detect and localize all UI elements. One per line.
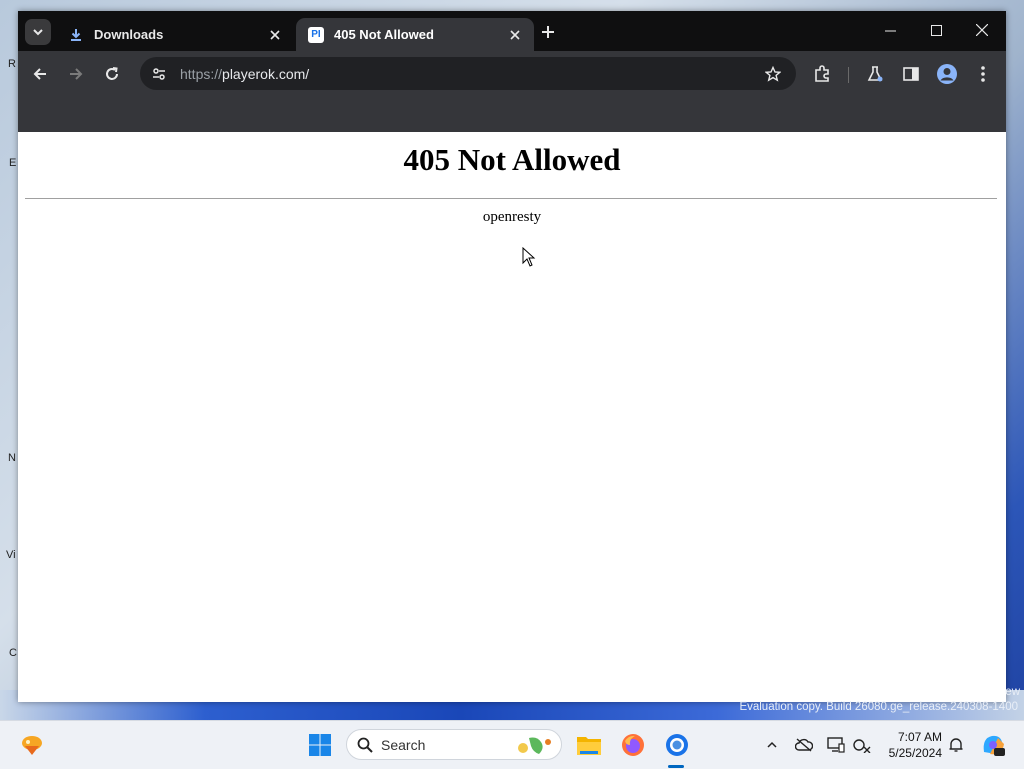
firefox-button[interactable] bbox=[619, 731, 647, 759]
page-title: 405 Not Allowed bbox=[403, 142, 621, 177]
maximize-button[interactable] bbox=[913, 11, 959, 49]
display-button[interactable] bbox=[826, 735, 846, 755]
network-button[interactable] bbox=[852, 735, 872, 755]
system-clock[interactable]: 7:07 AM 5/25/2024 bbox=[880, 729, 942, 761]
back-button[interactable] bbox=[27, 61, 53, 87]
taskbar-search[interactable]: Search bbox=[346, 729, 562, 760]
show-hidden-icons-button[interactable] bbox=[762, 735, 782, 755]
new-tab-button[interactable] bbox=[537, 21, 559, 43]
network-icon bbox=[853, 739, 871, 753]
chevron-down-icon bbox=[33, 29, 43, 36]
kebab-menu-icon bbox=[981, 66, 985, 82]
plus-icon bbox=[542, 26, 554, 38]
notifications-button[interactable] bbox=[946, 735, 966, 755]
tab-title: 405 Not Allowed bbox=[334, 27, 434, 42]
start-button[interactable] bbox=[306, 731, 334, 759]
browser-toolbar: https://playerok.com/ bbox=[18, 51, 1006, 97]
menu-button[interactable] bbox=[971, 62, 995, 86]
desktop-icon-label: Vi bbox=[6, 549, 16, 561]
close-window-button[interactable] bbox=[959, 11, 1005, 49]
avatar-icon bbox=[937, 64, 957, 84]
display-icon bbox=[827, 737, 845, 753]
desktop-icon-label: C bbox=[9, 647, 17, 659]
tab-405-not-allowed[interactable]: PI 405 Not Allowed bbox=[296, 18, 534, 51]
start-icon bbox=[309, 734, 331, 756]
close-icon[interactable] bbox=[266, 26, 284, 44]
url-text: https://playerok.com/ bbox=[180, 65, 310, 82]
minimize-icon bbox=[884, 30, 896, 31]
copilot-icon bbox=[983, 735, 1005, 756]
page-content: 405 Not Allowed openresty bbox=[18, 132, 1006, 702]
onedrive-button[interactable] bbox=[794, 735, 814, 755]
evaluation-watermark: Evaluation copy. Build 26080.ge_release.… bbox=[739, 701, 1018, 713]
taskbar: Search 7:07 AM 5/25/2024 bbox=[0, 720, 1024, 769]
minimize-button[interactable] bbox=[867, 11, 913, 49]
forward-button[interactable] bbox=[63, 61, 89, 87]
copilot-button[interactable] bbox=[980, 732, 1006, 758]
tab-strip: Downloads PI 405 Not Allowed bbox=[18, 11, 1006, 51]
chevron-up-icon bbox=[767, 741, 777, 748]
labs-button[interactable] bbox=[863, 62, 887, 86]
file-explorer-icon bbox=[577, 737, 601, 755]
desktop-icon-label: R bbox=[8, 58, 16, 70]
search-icon bbox=[357, 737, 373, 753]
server-name: openresty bbox=[482, 209, 542, 225]
mouse-cursor-icon bbox=[522, 247, 536, 267]
tab-search-button[interactable] bbox=[25, 19, 51, 45]
arrow-right-icon bbox=[70, 68, 83, 80]
clock-time: 7:07 AM bbox=[897, 730, 942, 744]
close-icon[interactable] bbox=[506, 26, 524, 44]
profile-button[interactable] bbox=[935, 62, 959, 86]
firefox-icon bbox=[622, 734, 644, 756]
reload-button[interactable] bbox=[99, 61, 125, 87]
playerok-favicon-icon: PI bbox=[308, 26, 324, 43]
tab-title: Downloads bbox=[94, 27, 164, 42]
toolbar-separator bbox=[848, 67, 849, 83]
file-explorer-button[interactable] bbox=[575, 731, 603, 759]
widgets-button[interactable] bbox=[18, 731, 46, 759]
search-placeholder: Search bbox=[381, 736, 426, 753]
desktop-icon-label: E bbox=[9, 157, 17, 169]
close-icon bbox=[976, 24, 988, 36]
maximize-icon bbox=[930, 24, 942, 36]
watermark-prefix: ew bbox=[1005, 686, 1020, 698]
side-panel-icon bbox=[903, 67, 919, 81]
bookmark-star-icon[interactable] bbox=[762, 63, 784, 85]
side-panel-button[interactable] bbox=[899, 62, 923, 86]
puzzle-icon bbox=[815, 65, 829, 82]
flask-icon bbox=[867, 66, 883, 82]
search-highlight-icon bbox=[518, 737, 551, 754]
chrome-icon bbox=[666, 734, 688, 756]
browser-window: Downloads PI 405 Not Allowed https://pla… bbox=[18, 11, 1006, 702]
onedrive-icon bbox=[795, 738, 813, 752]
clock-date: 5/25/2024 bbox=[888, 746, 942, 760]
chrome-button[interactable] bbox=[663, 731, 691, 759]
watermark-text: Evaluation copy. Build 26080.ge_release.… bbox=[739, 701, 1018, 713]
address-bar[interactable]: https://playerok.com/ bbox=[140, 57, 796, 90]
download-icon bbox=[68, 27, 84, 43]
reload-icon bbox=[106, 67, 118, 80]
divider bbox=[25, 198, 997, 199]
bell-icon bbox=[949, 738, 963, 752]
extensions-button[interactable] bbox=[810, 62, 834, 86]
tab-downloads[interactable]: Downloads bbox=[56, 18, 294, 51]
widgets-icon bbox=[22, 736, 42, 755]
site-info-icon[interactable] bbox=[146, 61, 172, 87]
bookmark-bar bbox=[18, 97, 1006, 132]
arrow-left-icon bbox=[33, 68, 46, 80]
desktop-icon-label: N bbox=[8, 452, 16, 464]
